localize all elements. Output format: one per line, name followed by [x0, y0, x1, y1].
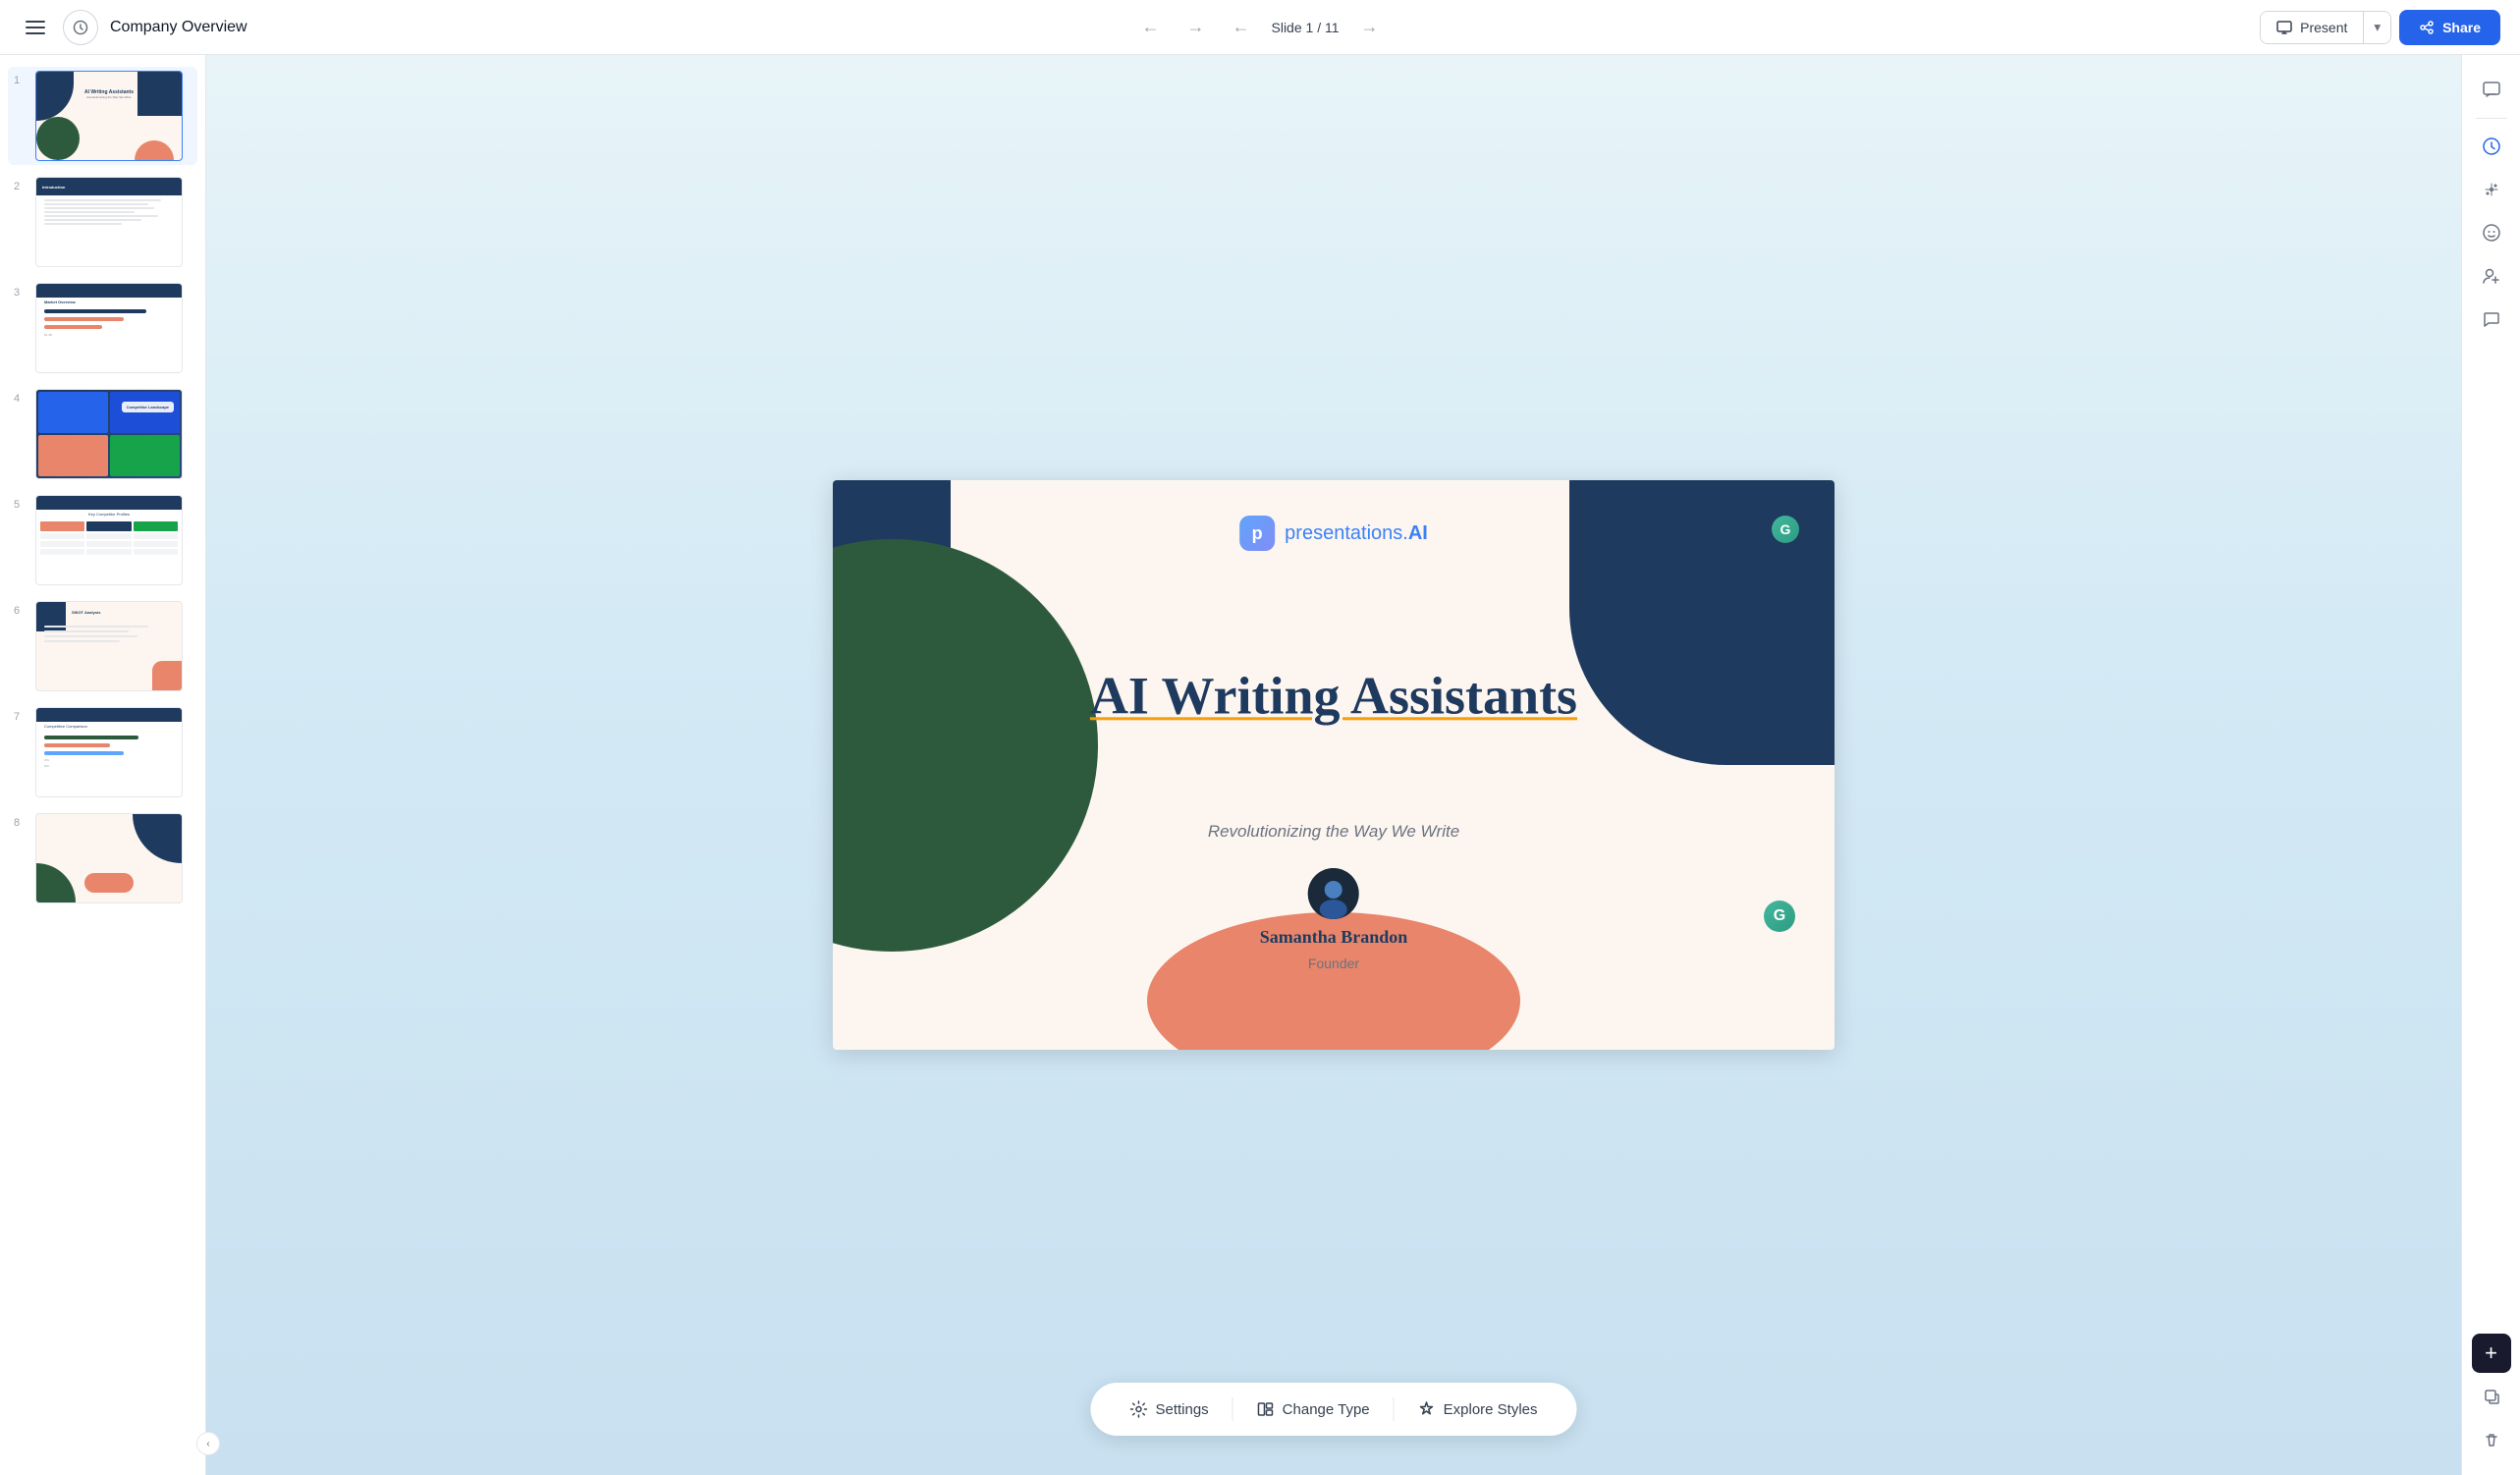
present-button-group: Present ▾	[2260, 11, 2391, 44]
presenter-name: Samantha Brandon	[1260, 927, 1408, 948]
prev-slide-button[interactable]: ←	[1226, 11, 1255, 43]
duplicate-icon[interactable]	[2472, 1377, 2511, 1416]
right-divider-1	[2476, 118, 2507, 119]
add-element-button[interactable]: +	[2472, 1334, 2511, 1373]
logo-icon: p	[1239, 516, 1275, 551]
history-panel-icon[interactable]	[2472, 127, 2511, 166]
logo-text: presentations.AI	[1285, 522, 1428, 545]
slide-toolbar: Settings Change Type Explore Styles	[1090, 1383, 1576, 1436]
slide-presenter: Samantha Brandon Founder	[1260, 868, 1408, 971]
next-slide-button[interactable]: →	[1355, 11, 1385, 43]
presenter-avatar	[1308, 868, 1359, 919]
user-add-icon[interactable]	[2472, 256, 2511, 296]
decoration-left-circle	[833, 539, 1098, 952]
slide-6-preview: SWOT Analysis	[35, 601, 183, 691]
slide-title: AI Writing Assistants	[1039, 668, 1628, 726]
sidebar-item-slide-1[interactable]: 1 AI Writing Assistants Revolutionizing …	[8, 67, 197, 165]
sidebar-item-slide-4[interactable]: 4 Competitor Landscape	[8, 385, 197, 483]
settings-icon	[1129, 1400, 1147, 1418]
main-slide[interactable]: p presentations.AI G AI Writing Assistan…	[833, 480, 1835, 1050]
menu-icon[interactable]	[20, 15, 51, 40]
sidebar-item-slide-7[interactable]: 7 Competitive Comparison 25% 50%	[8, 703, 197, 801]
slide-subtitle: Revolutionizing the Way We Write	[1208, 822, 1459, 842]
topbar: Company Overview ← → ← Slide 1 / 11 → Pr…	[0, 0, 2520, 55]
settings-button[interactable]: Settings	[1114, 1393, 1224, 1426]
slide-number: 1	[14, 75, 27, 86]
share-button[interactable]: Share	[2399, 10, 2500, 45]
right-panel: +	[2461, 55, 2520, 1475]
slide-4-preview: Competitor Landscape	[35, 389, 183, 479]
explore-styles-icon	[1418, 1400, 1436, 1418]
presenter-role: Founder	[1308, 956, 1359, 971]
canvas-area: p presentations.AI G AI Writing Assistan…	[206, 55, 2461, 1475]
collapse-sidebar-button[interactable]: ‹	[196, 1432, 220, 1455]
history-button[interactable]	[63, 10, 98, 45]
chat-icon[interactable]	[2472, 300, 2511, 339]
document-title: Company Overview	[110, 19, 247, 36]
change-type-icon	[1257, 1400, 1275, 1418]
delete-icon[interactable]	[2472, 1420, 2511, 1459]
change-type-button[interactable]: Change Type	[1241, 1393, 1386, 1426]
slide-logo: p presentations.AI	[1239, 516, 1428, 551]
settings-label: Settings	[1155, 1401, 1208, 1418]
present-dropdown-button[interactable]: ▾	[2363, 12, 2390, 43]
change-type-label: Change Type	[1283, 1401, 1370, 1418]
present-label: Present	[2300, 20, 2347, 35]
sidebar-item-slide-3[interactable]: 3 Market Overview $2.3B	[8, 279, 197, 377]
toolbar-divider-2	[1394, 1397, 1395, 1421]
slide-3-preview: Market Overview $2.3B	[35, 283, 183, 373]
filter-icon[interactable]	[2472, 170, 2511, 209]
explore-styles-label: Explore Styles	[1444, 1401, 1538, 1418]
slide-5-preview: Key Competitor Profiles	[35, 495, 183, 585]
share-label: Share	[2442, 20, 2481, 35]
present-main-button[interactable]: Present	[2261, 12, 2363, 43]
undo-button[interactable]: ←	[1135, 11, 1165, 43]
slide-1-preview: AI Writing Assistants Revolutionizing th…	[35, 71, 183, 161]
sidebar-item-slide-5[interactable]: 5 Key Competitor Profiles	[8, 491, 197, 589]
main-area: 1 AI Writing Assistants Revolutionizing …	[0, 55, 2520, 1475]
grammarly-badge-top: G	[1772, 516, 1799, 543]
slide-panel: 1 AI Writing Assistants Revolutionizing …	[0, 55, 206, 1475]
slide-2-preview: Introduction	[35, 177, 183, 267]
grammarly-badge-bottom: G	[1764, 901, 1795, 932]
redo-button[interactable]: →	[1180, 11, 1210, 43]
slide-main-title-container: AI Writing Assistants	[1039, 668, 1628, 726]
sidebar-item-slide-2[interactable]: 2 Introduction	[8, 173, 197, 271]
explore-styles-button[interactable]: Explore Styles	[1402, 1393, 1554, 1426]
slide-8-preview	[35, 813, 183, 903]
slide-7-preview: Competitive Comparison 25% 50%	[35, 707, 183, 797]
emoji-icon[interactable]	[2472, 213, 2511, 252]
comments-icon[interactable]	[2472, 71, 2511, 110]
sidebar-item-slide-6[interactable]: 6 SWOT Analysis	[8, 597, 197, 695]
slide-indicator: Slide 1 / 11	[1271, 20, 1339, 35]
sidebar-item-slide-8[interactable]: 8	[8, 809, 197, 907]
